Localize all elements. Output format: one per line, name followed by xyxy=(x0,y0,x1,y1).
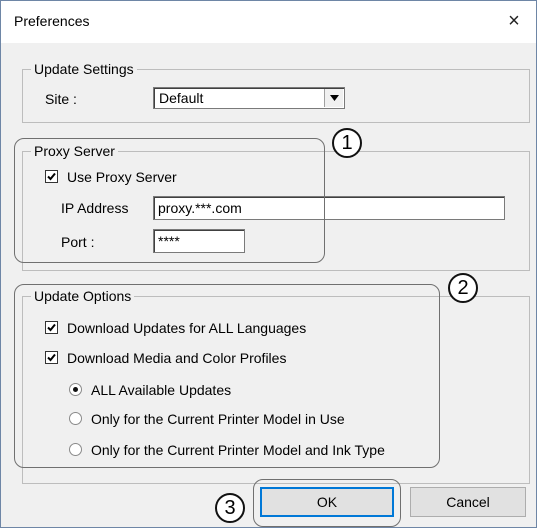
radio-all-updates[interactable] xyxy=(69,383,82,396)
radio-selected-dot xyxy=(73,387,78,392)
ok-button[interactable]: OK xyxy=(260,487,394,517)
check-icon xyxy=(47,323,56,332)
download-all-languages-checkbox[interactable] xyxy=(45,321,58,334)
close-button[interactable]: × xyxy=(494,3,534,39)
site-value: Default xyxy=(159,90,204,106)
radio-current-model[interactable] xyxy=(69,412,82,425)
download-media-label: Download Media and Color Profiles xyxy=(67,350,287,366)
check-icon xyxy=(47,172,56,181)
window-title: Preferences xyxy=(14,13,90,29)
radio-model-ink[interactable] xyxy=(69,443,82,456)
use-proxy-checkbox[interactable] xyxy=(45,170,58,183)
port-input[interactable] xyxy=(153,229,245,253)
update-settings-legend: Update Settings xyxy=(31,61,137,77)
proxy-server-legend: Proxy Server xyxy=(31,143,118,159)
download-all-languages-label: Download Updates for ALL Languages xyxy=(67,320,307,336)
chevron-down-icon[interactable] xyxy=(324,89,343,107)
ip-address-input[interactable] xyxy=(153,196,505,220)
radio-model-ink-label: Only for the Current Printer Model and I… xyxy=(91,442,385,458)
cancel-button[interactable]: Cancel xyxy=(410,487,526,517)
update-options-legend: Update Options xyxy=(31,288,135,304)
check-icon xyxy=(47,353,56,362)
download-media-checkbox[interactable] xyxy=(45,351,58,364)
site-dropdown[interactable]: Default xyxy=(153,87,345,109)
callout-1: 1 xyxy=(332,128,362,158)
ip-address-label: IP Address xyxy=(61,200,129,216)
close-icon: × xyxy=(508,9,520,32)
callout-2: 2 xyxy=(448,273,478,303)
port-label: Port : xyxy=(61,234,95,250)
preferences-dialog: Preferences × Update Settings Site : Def… xyxy=(0,0,537,528)
title-bar: Preferences × xyxy=(1,1,536,43)
use-proxy-label: Use Proxy Server xyxy=(67,169,177,185)
radio-all-updates-label: ALL Available Updates xyxy=(91,382,232,398)
callout-3: 3 xyxy=(215,493,245,523)
site-label: Site : xyxy=(45,91,77,107)
radio-current-model-label: Only for the Current Printer Model in Us… xyxy=(91,411,345,427)
